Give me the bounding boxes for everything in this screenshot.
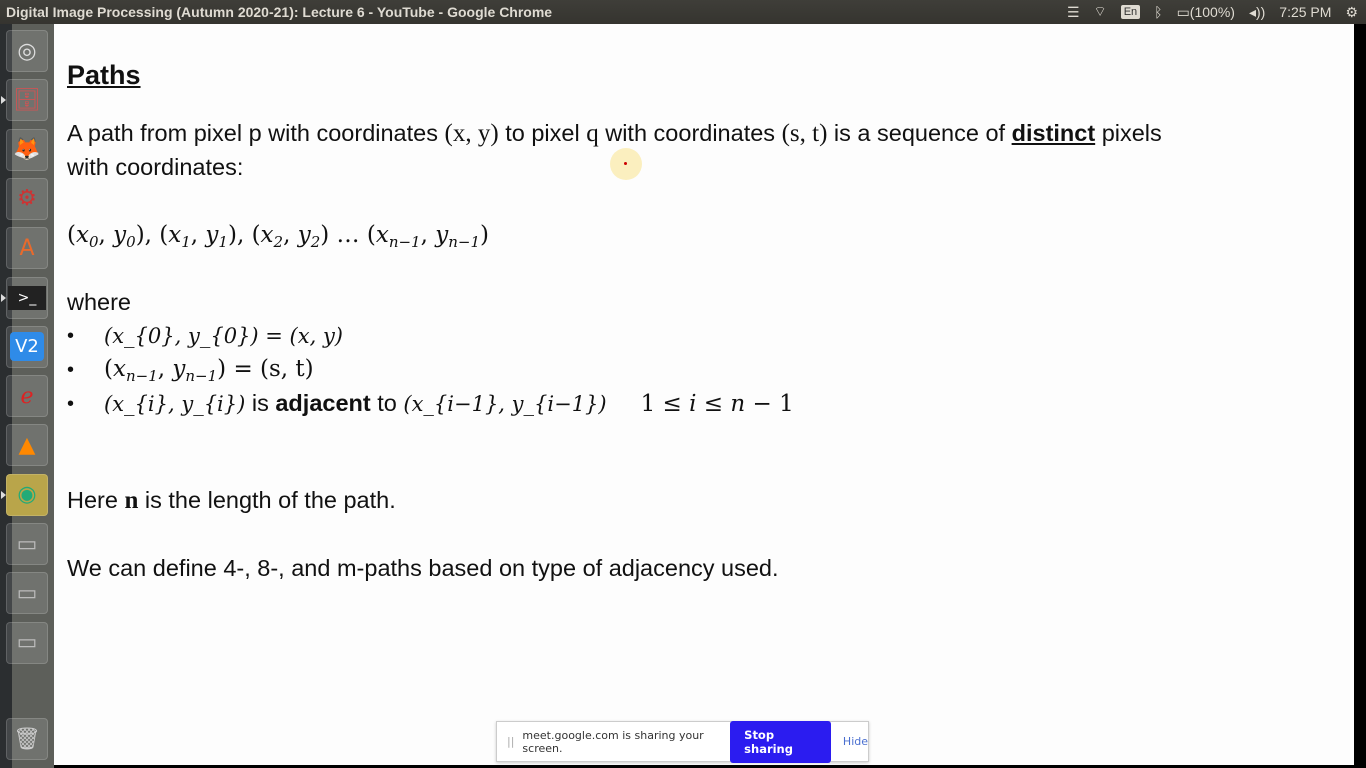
wifi-icon[interactable]: ⌔ [1094,3,1107,21]
launcher-drive-1[interactable]: ▭ [6,523,48,565]
launcher-files[interactable]: 🗄 [6,79,48,122]
terminal-icon: >_ [7,285,47,310]
launcher-vlc[interactable]: ▲ [6,424,48,467]
system-tray: ☰ ⌔ En ᛒ ▭(100%) ◂)) 7:25 PM ⚙ [1067,0,1358,24]
firefox-icon: 🦊 [13,137,41,163]
text: is a sequence of [827,120,1012,146]
paragraph-length: Here n is the length of the path. [67,487,396,515]
launcher-vnc-viewer[interactable]: V2 [6,325,48,368]
bluetooth-icon[interactable]: ᛒ [1154,4,1162,20]
subscript: 0 [88,233,99,251]
subscript: 2 [273,233,284,251]
battery-percent: (100%) [1189,3,1235,20]
hide-button[interactable]: Hide [843,735,868,748]
clock[interactable]: 7:25 PM [1279,4,1331,20]
window-title: Digital Image Processing (Autumn 2020-21… [6,4,553,20]
share-message: meet.google.com is sharing your screen. [522,728,704,755]
bullet-icon: • [67,359,75,381]
subscript: n−1 [448,233,480,251]
drive-1-icon: ▭ [16,531,38,557]
launcher-trash[interactable]: 🗑 [6,718,48,760]
text: with coordinates [598,120,782,146]
drive-2-icon: ▭ [16,580,38,606]
text: A path from pixel p with coordinates [67,120,445,146]
text: pixels [1095,120,1162,146]
text: is the length of the path. [138,487,396,513]
drag-handle-icon[interactable]: || [507,735,514,748]
bullet-3: (x_{i}, y_{i}) is adjacent to (x_{i−1}, … [104,390,794,417]
power-gear-icon[interactable]: ⚙ [1345,4,1358,21]
launcher-system-settings[interactable]: ⚙ [6,177,48,220]
bullet-2: (xn−1, yn−1) = (s, t) [104,356,314,385]
running-indicator [1,490,6,499]
launcher: ◎ 🗄 🦊 ⚙ A >_ V2 ℯ ▲ ◉ ▭ ▭ ▭ 🗑 [0,24,54,768]
text: to [370,390,404,416]
emphasis-adjacent: adjacent [275,390,371,416]
subscript: 2 [310,233,321,251]
mouse-cursor-highlight [610,148,642,180]
math-condition: 1 ≤ i ≤ n − 1 [640,391,794,417]
text: to pixel [498,120,587,146]
launcher-chrome[interactable]: ◉ [6,473,48,516]
keyboard-layout-indicator[interactable]: En [1120,5,1141,19]
subscript: n−1 [185,367,218,385]
subscript: 0 [126,233,136,251]
drive-3-icon: ▭ [16,630,38,656]
math-n: n [124,487,139,514]
system-settings-icon: ⚙ [17,186,37,212]
bullet-icon: • [67,325,75,347]
math-st: (s, t) [781,120,828,147]
launcher-firefox[interactable]: 🦊 [6,128,48,171]
bullet-icon: • [67,393,75,415]
pdf-viewer-icon: ℯ [20,383,34,409]
paragraph-path-definition: A path from pixel p with coordinates (x,… [67,120,1162,148]
subscript: n−1 [388,233,421,251]
bullet-1: (x_{0}, y_{0}) = (x, y) [104,324,343,348]
paragraph-paths-types: We can define 4-, 8-, and m-paths based … [67,555,779,581]
math-xi-1: (x_{i−1}, y_{i−1}) [403,392,607,416]
launcher-pdf-viewer[interactable]: ℯ [6,375,48,418]
launcher-software-center[interactable]: A [6,227,48,270]
stop-sharing-button[interactable]: Stop sharing [730,720,831,763]
slide: Paths A path from pixel p with coordinat… [54,24,1354,765]
math-xi: (x_{i}, y_{i}) [104,392,246,416]
running-indicator [1,293,6,302]
text: is [245,390,276,416]
ubuntu-dash-icon: ◎ [17,38,37,64]
files-icon: 🗄 [13,87,41,113]
subscript: 1 [181,233,191,251]
battery-indicator[interactable]: ▭(100%) [1177,4,1235,21]
slide-heading: Paths [67,60,141,90]
software-center-icon: A [19,235,35,261]
launcher-ubuntu-dash[interactable]: ◎ [6,30,48,72]
subscript: n−1 [125,367,158,385]
trash-icon: 🗑 [13,726,41,752]
launcher-terminal[interactable]: >_ [6,276,48,319]
subscript: 1 [218,233,228,251]
launcher-drive-2[interactable]: ▭ [6,572,48,615]
emphasis-distinct: distinct [1011,120,1096,146]
vlc-icon: ▲ [18,432,36,458]
math-q: q [586,120,599,147]
running-indicator [1,96,6,105]
launcher-drive-3[interactable]: ▭ [6,621,48,664]
text: Here [67,487,125,513]
volume-icon[interactable]: ◂)) [1249,4,1265,21]
menu-list-icon[interactable]: ☰ [1067,4,1080,21]
paragraph-line2: with coordinates: [67,154,244,180]
vnc-viewer-icon: V2 [10,332,44,362]
sequence-formula: (x0, y0), (x1, y1), (x2, y2) … (xn−1, yn… [67,222,489,251]
battery-icon: ▭ [1176,3,1190,20]
top-panel: Digital Image Processing (Autumn 2020-21… [0,0,1366,24]
where-label: where [67,289,132,315]
screen-share-bar: || meet.google.com is sharing your scree… [496,720,869,763]
math-xy: (x, y) [444,120,499,147]
chrome-icon: ◉ [17,482,37,508]
